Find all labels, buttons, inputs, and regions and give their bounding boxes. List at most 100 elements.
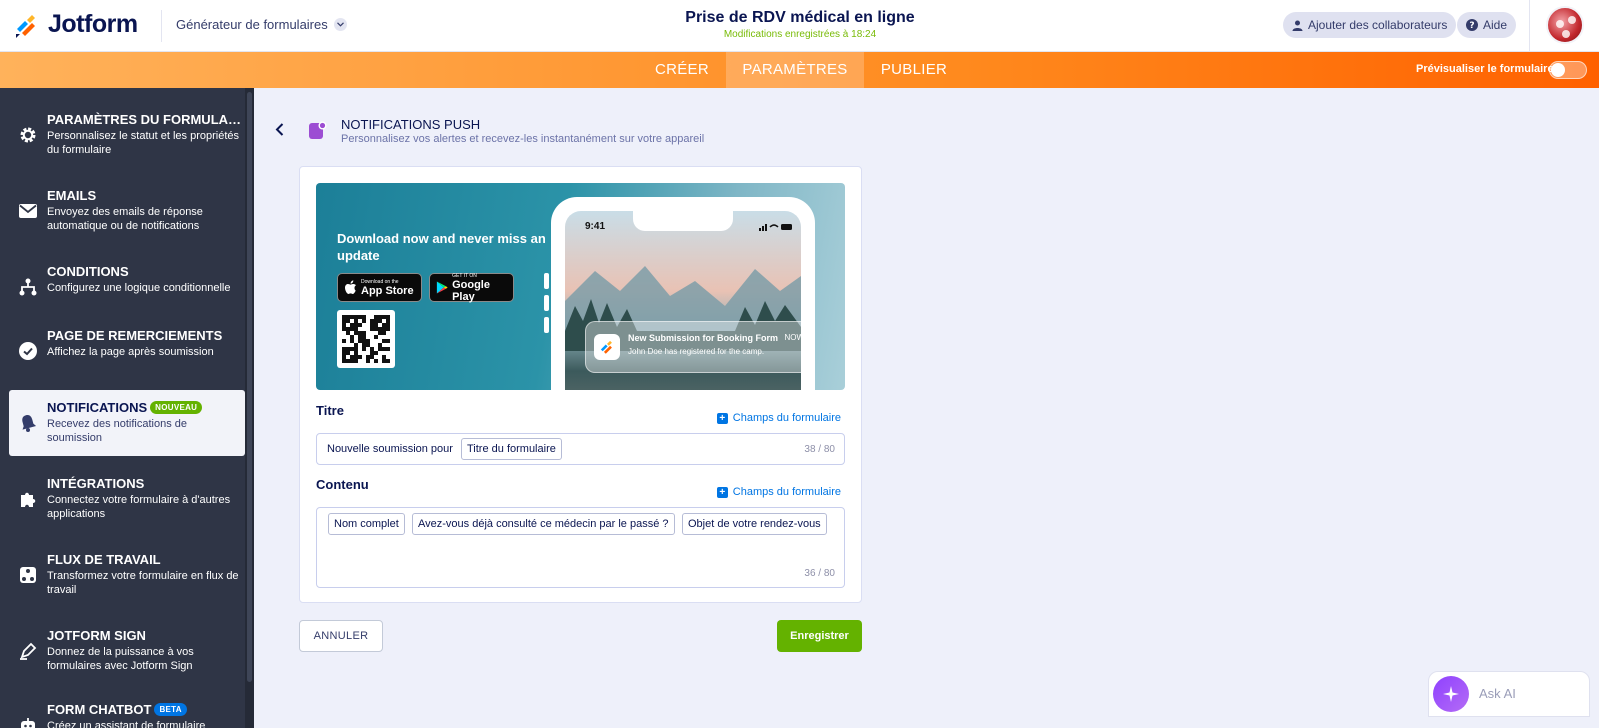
sidebar-item-conditions[interactable]: CONDITIONS Configurez une logique condit…	[9, 254, 245, 320]
notification-preview: New Submission for Booking Form NOW John…	[585, 321, 801, 373]
sidebar-item-title: EMAILS	[47, 188, 97, 203]
content-form-fields-label: Champs du formulaire	[732, 486, 841, 498]
form-title[interactable]: Prise de RDV médical en ligne	[600, 9, 1000, 27]
sidebar-item-title: FORM CHATBOT BETA	[47, 702, 243, 717]
content-field-tag[interactable]: Objet de votre rendez-vous	[682, 513, 827, 535]
sidebar-item-title-text: FORM CHATBOT	[47, 702, 152, 717]
phone-screen: 9:41 New Submission for Booking Form NOW…	[565, 211, 801, 390]
chevron-down-icon	[333, 18, 347, 31]
user-icon	[1292, 20, 1303, 31]
plus-icon: +	[716, 486, 728, 498]
google-play-icon	[436, 281, 448, 294]
builder-label: Générateur de formulaires	[176, 17, 328, 32]
phone-mockup: 9:41 New Submission for Booking Form NOW…	[551, 197, 815, 390]
notification-title: New Submission for Booking Form	[628, 333, 779, 343]
saved-status: Modifications enregistrées à 18:24	[723, 29, 877, 40]
cancel-button[interactable]: ANNULER	[299, 620, 383, 652]
title-input[interactable]: Nouvelle soumission pour Titre du formul…	[316, 433, 845, 465]
sidebar-item-title: NOTIFICATIONS NOUVEAU	[47, 400, 243, 415]
envelope-icon	[17, 200, 39, 222]
toggle-knob	[1551, 63, 1565, 77]
sidebar-item-desc: Envoyez des emails de réponse automatiqu…	[47, 206, 203, 232]
save-button[interactable]: Enregistrer	[777, 620, 862, 652]
jotform-logo[interactable]: Jotform	[14, 10, 138, 39]
qr-code	[337, 310, 395, 368]
tab-publier[interactable]: PUBLIER	[866, 52, 962, 88]
sidebar-item-title: FLUX DE TRAVAIL	[47, 552, 161, 567]
title-form-fields-link[interactable]: + Champs du formulaire	[716, 412, 841, 424]
page-subtitle: Personnalisez vos alertes et recevez-les…	[341, 133, 705, 145]
sidebar-item-desc: Transformez votre formulaire en flux de …	[47, 570, 239, 596]
page-title: NOTIFICATIONS PUSH	[341, 117, 481, 132]
sidebar-item-desc: Connectez votre formulaire à d'autres ap…	[47, 494, 231, 520]
title-field-tag[interactable]: Titre du formulaire	[461, 438, 562, 460]
help-icon: ?	[1466, 19, 1478, 31]
sidebar-item-workflow[interactable]: FLUX DE TRAVAIL Transformez votre formul…	[9, 542, 245, 608]
ask-ai-label: Ask AI	[1479, 686, 1516, 701]
beta-badge: BETA	[154, 703, 187, 716]
phone-side-buttons	[544, 273, 549, 339]
sidebar-item-emails[interactable]: EMAILS Envoyez des emails de réponse aut…	[9, 178, 245, 244]
gear-icon	[17, 124, 39, 146]
add-collaborators-label: Ajouter des collaborateurs	[1308, 18, 1448, 32]
sidebar-scrollbar-thumb[interactable]	[247, 92, 252, 682]
preview-label: Prévisualiser le formulaire	[1416, 63, 1554, 75]
svg-text:?: ?	[1469, 21, 1474, 31]
workflow-icon	[17, 564, 39, 586]
app-store-button[interactable]: Download on the App Store	[337, 273, 422, 302]
pen-icon	[17, 640, 39, 662]
top-header: Jotform Générateur de formulaires Prise …	[0, 0, 1599, 52]
sidebar-item-title: CONDITIONS	[47, 264, 129, 279]
builder-navbar: CRÉER PARAMÈTRES PUBLIER Prévisualiser l…	[0, 52, 1599, 88]
sidebar-item-form-settings[interactable]: PARAMÈTRES DU FORMULAIRE Personnalisez l…	[9, 102, 245, 168]
notification-time: NOW	[784, 333, 801, 342]
jotform-app-icon	[594, 334, 620, 360]
notification-body: John Doe has registered for the camp.	[628, 347, 765, 356]
google-play-button[interactable]: GET IT ON Google Play	[429, 273, 514, 303]
sidebar-item-title-text: NOTIFICATIONS	[47, 400, 148, 415]
sidebar-item-notifications[interactable]: NOTIFICATIONS NOUVEAU Recevez des notific…	[9, 390, 245, 456]
sidebar-item-form-chatbot[interactable]: FORM CHATBOT BETA Créez un assistant de f…	[9, 692, 245, 728]
preview-toggle[interactable]	[1549, 61, 1587, 79]
app-download-banner: Download now and never miss an update Do…	[316, 183, 845, 390]
sidebar-item-thank-you-page[interactable]: PAGE DE REMERCIEMENTS Affichez la page a…	[9, 318, 245, 384]
ask-ai-button[interactable]: Ask AI	[1428, 671, 1590, 717]
new-badge: NOUVEAU	[150, 401, 203, 414]
flow-icon	[17, 276, 39, 298]
title-prefix-text: Nouvelle soumission pour	[327, 443, 453, 455]
sidebar-item-integrations[interactable]: INTÉGRATIONS Connectez votre formulaire …	[9, 466, 245, 532]
app-store-big: App Store	[361, 284, 414, 297]
phone-time: 9:41	[585, 221, 606, 232]
chevron-left-icon	[275, 122, 283, 136]
jotform-logo-icon	[16, 14, 35, 38]
apple-icon	[345, 280, 356, 294]
back-button[interactable]	[270, 120, 288, 138]
header-divider	[161, 10, 162, 42]
title-char-counter: 38 / 80	[804, 444, 835, 455]
chatbot-icon	[17, 714, 39, 728]
builder-dropdown[interactable]: Générateur de formulaires	[176, 17, 347, 32]
content-field-tag[interactable]: Nom complet	[328, 513, 405, 535]
tab-parametres[interactable]: PARAMÈTRES	[726, 52, 864, 88]
sidebar-item-desc: Personnalisez le statut et les propriété…	[47, 130, 239, 156]
avatar[interactable]	[1546, 6, 1584, 44]
sidebar-item-title: INTÉGRATIONS	[47, 476, 145, 491]
help-button[interactable]: ? Aide	[1457, 12, 1517, 38]
content-field-label: Contenu	[316, 477, 369, 492]
title-field-label: Titre	[316, 403, 344, 418]
content-input[interactable]: Nom complet Avez-vous déjà consulté ce m…	[316, 507, 845, 588]
add-collaborators-button[interactable]: Ajouter des collaborateurs	[1283, 12, 1457, 38]
phone-notch	[633, 211, 733, 231]
google-play-big: Google Play	[452, 278, 490, 303]
push-notification-card: Download now and never miss an update Do…	[299, 166, 862, 603]
sidebar-item-title: PAGE DE REMERCIEMENTS	[47, 328, 223, 343]
puzzle-icon	[17, 488, 39, 510]
logo-text: Jotform	[48, 10, 138, 38]
content-field-tag[interactable]: Avez-vous déjà consulté ce médecin par l…	[412, 513, 675, 535]
content-form-fields-link[interactable]: + Champs du formulaire	[716, 486, 841, 498]
sidebar-item-jotform-sign[interactable]: JOTFORM SIGN Donnez de la puissance à vo…	[9, 618, 245, 684]
tab-creer[interactable]: CRÉER	[640, 52, 724, 88]
sidebar-item-desc: Configurez une logique conditionnelle	[47, 282, 231, 294]
sidebar-item-desc: Affichez la page après soumission	[47, 346, 214, 358]
sidebar-item-title: JOTFORM SIGN	[47, 628, 146, 643]
